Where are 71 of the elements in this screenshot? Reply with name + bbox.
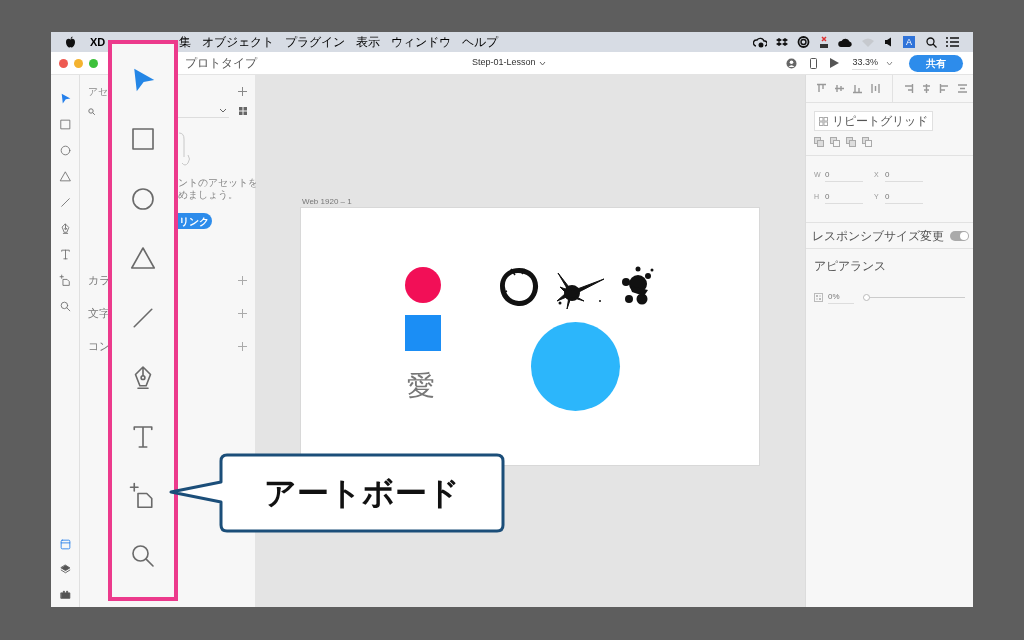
menu-item[interactable]: ヘルプ [462,33,499,51]
number-input-field[interactable]: 0 [885,190,923,204]
plus-icon[interactable] [238,86,247,96]
align-icon[interactable] [834,83,845,94]
ink-ring-drawing [497,265,541,309]
menu-item[interactable]: 集 [179,33,192,51]
align-icon[interactable] [870,83,881,94]
document-title[interactable]: Step-01-Lesson [472,56,536,70]
search-icon [88,107,95,115]
kanji-text: 愛 [407,370,435,402]
user-icon[interactable] [786,57,798,69]
menu-item[interactable]: ウィンドウ [391,33,452,51]
align-icon[interactable] [903,83,914,94]
artboard-tool-icon[interactable] [58,273,72,287]
slider-thumb[interactable] [863,293,870,301]
play-icon[interactable] [830,58,840,68]
opacity-input-field[interactable]: 0% [828,290,854,304]
ellipse-tool-icon[interactable] [58,143,72,157]
square-shape [405,315,441,351]
caret-icon[interactable] [219,108,227,113]
repeat-grid-button[interactable]: リピートグリッド [814,111,933,131]
plus-icon[interactable] [238,276,247,285]
grid-icon [819,116,828,126]
section-label: カラ [88,273,110,289]
zoom-tool-icon[interactable] [58,299,72,313]
cloud-check-icon[interactable] [753,36,767,48]
menu-item[interactable]: XD [90,33,106,51]
apple-icon[interactable] [65,36,76,48]
plus-icon[interactable] [238,342,247,351]
plus-icon[interactable] [238,309,247,318]
align-icon[interactable] [921,83,932,94]
prototype-tab[interactable]: プロトタイプ [185,54,257,72]
menu-item[interactable]: 表示 [356,33,381,51]
ink-splat-drawing [556,271,606,311]
align-icon[interactable] [852,83,863,94]
cloud-icon[interactable] [838,36,852,48]
search-icon[interactable] [926,36,937,48]
align-icon[interactable] [957,83,968,94]
list-icon[interactable] [946,37,959,47]
callout-text: アートボード [264,473,460,514]
artboard-label[interactable]: Web 1920 – 1 [300,197,805,207]
toggle-switch[interactable] [950,230,969,241]
plugins-icon[interactable] [58,588,72,601]
artboard-panel-icon[interactable] [58,538,72,551]
menu-item[interactable]: プラグイン [285,33,346,51]
triangle-tool-icon[interactable] [58,169,72,183]
zoom-level[interactable]: 33.3% [852,55,878,71]
number-input-field[interactable]: 0 [885,168,923,182]
drive-icon[interactable] [819,35,829,49]
opacity-icon [814,292,823,302]
phone-icon[interactable] [810,57,818,69]
empty-state-text: めましょう。 [178,189,239,201]
caret-icon[interactable] [886,60,893,66]
box-icon[interactable] [776,36,788,48]
number-input-field[interactable]: 0 [825,190,863,204]
rings-icon[interactable] [797,36,810,48]
speaker-icon[interactable] [884,37,892,47]
setting-label: レスポンシブサイズ変更 [812,227,944,245]
line-tool-icon[interactable] [58,195,72,209]
text-tool-icon[interactable] [58,247,72,261]
menu-item[interactable]: オブジェクト [202,33,275,51]
align-icon[interactable] [939,83,950,94]
layers-icon[interactable] [58,563,72,576]
grid-icon[interactable] [239,107,247,115]
caret-icon[interactable] [538,60,546,66]
rectangle-tool-icon[interactable] [58,117,72,131]
align-icon[interactable] [816,83,827,94]
input-source-indicator[interactable]: A [903,36,915,48]
section-title: アピアランス [814,259,886,273]
number-input-field[interactable]: 0 [825,168,863,182]
panel-title: アセ [88,84,108,99]
